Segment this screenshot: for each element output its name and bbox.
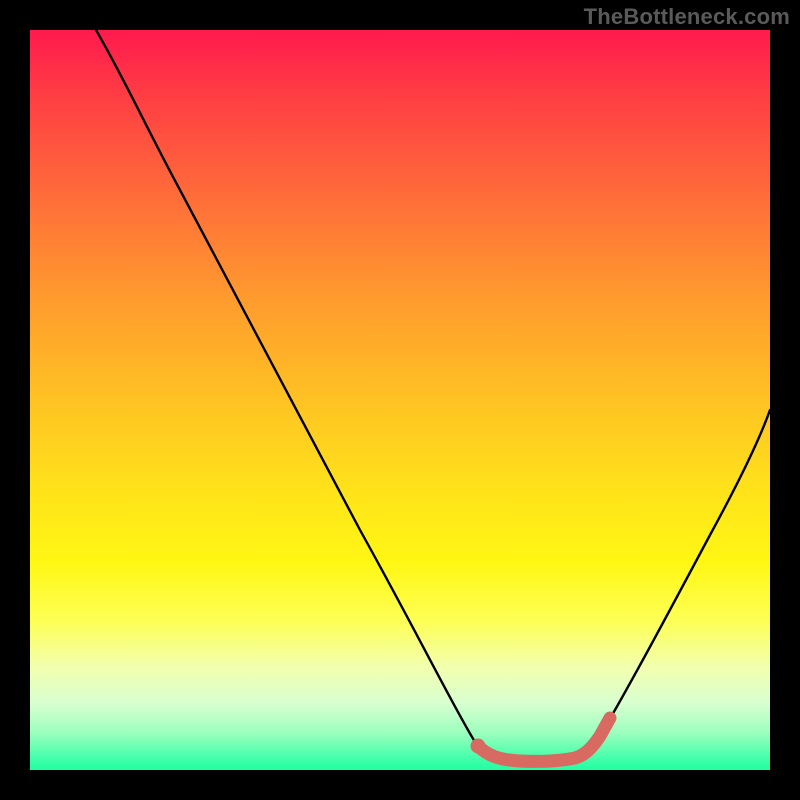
watermark-text: TheBottleneck.com — [584, 4, 790, 30]
optimal-range-marker — [478, 718, 610, 761]
chart-frame: TheBottleneck.com — [0, 0, 800, 800]
bottleneck-curve — [96, 30, 770, 764]
plot-area — [30, 30, 770, 770]
chart-svg — [30, 30, 770, 770]
optimal-start-dot — [471, 739, 486, 754]
